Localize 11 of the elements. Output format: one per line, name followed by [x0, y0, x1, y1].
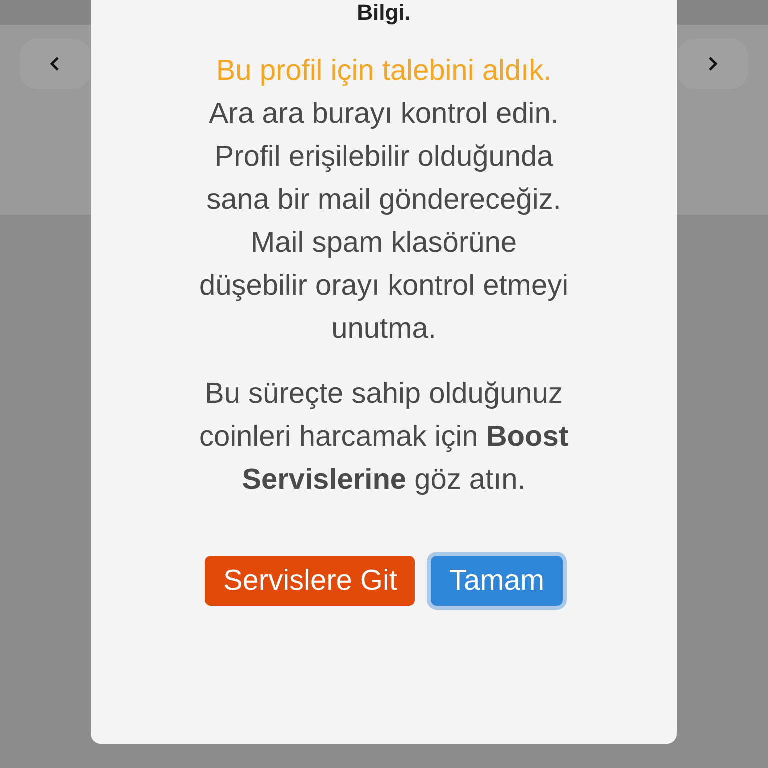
next-button[interactable] — [678, 39, 748, 89]
highlight-text: Bu profil için talebini aldık. — [216, 54, 552, 89]
message-text: Bu süreçte sahip olduğunuz coinleri harcamak için Boost Servislerine göz atın. — [199, 377, 569, 498]
chevron-left-icon — [50, 56, 60, 72]
previous-button[interactable] — [20, 39, 90, 89]
chevron-right-icon — [708, 56, 718, 72]
dialog-button[interactable]: Servislere Git — [205, 556, 416, 606]
message-text: Ara ara burayı kontrol edin. Profil erişilebilir olduğunda sana bir mail göndereceğiz. — [206, 97, 562, 218]
message-text: Mail spam klasörüne düşebilir orayı kontrol etmeyi unutma. — [198, 226, 570, 347]
dialog-title: Bilgi. — [357, 0, 411, 26]
dialog-button[interactable]: Tamam — [431, 556, 563, 606]
